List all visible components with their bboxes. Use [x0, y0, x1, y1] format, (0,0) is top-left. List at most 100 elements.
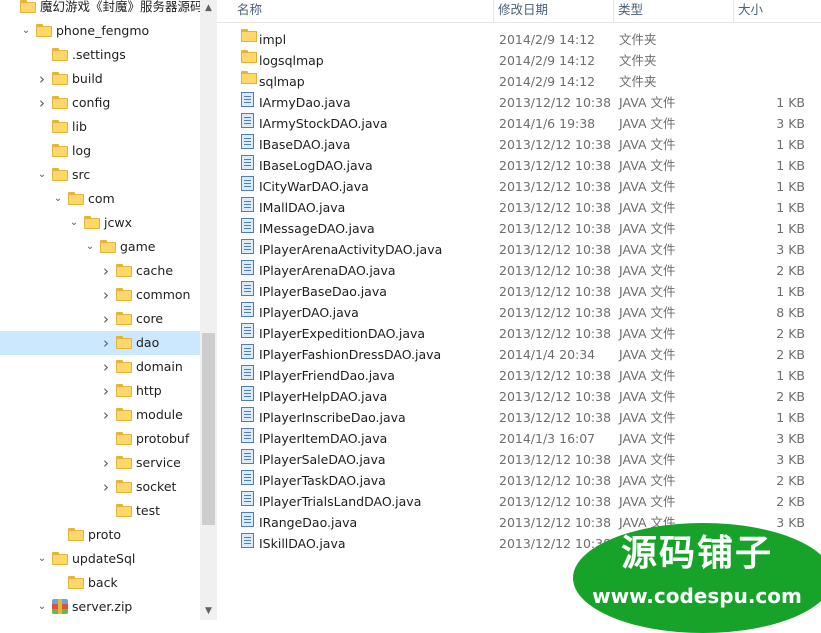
chevron-down-icon[interactable]: ⌄: [36, 595, 48, 619]
file-row[interactable]: IArmyDao.java 2013/12/12 10:38 JAVA 文件 1 KB: [217, 92, 821, 113]
tree-item[interactable]: › build: [0, 67, 200, 91]
tree-item[interactable]: test: [0, 499, 200, 523]
tree-item-label: com: [88, 191, 115, 206]
tree-item[interactable]: › service: [0, 451, 200, 475]
file-name: IPlayerTrialsLandDAO.java: [259, 494, 422, 509]
tree-item[interactable]: protobuf: [0, 427, 200, 451]
tree-item[interactable]: › socket: [0, 475, 200, 499]
tree-item[interactable]: ⌄ server.zip: [0, 595, 200, 619]
folder-icon: [84, 216, 100, 229]
chevron-right-icon[interactable]: ›: [100, 259, 112, 283]
column-header-type[interactable]: 类型: [613, 0, 643, 22]
chevron-right-icon[interactable]: ›: [100, 451, 112, 475]
tree-item[interactable]: › module: [0, 403, 200, 427]
chevron-right-icon[interactable]: ›: [100, 355, 112, 379]
chevron-right-icon[interactable]: ›: [100, 283, 112, 307]
file-row[interactable]: IPlayerInscribeDao.java 2013/12/12 10:38 J…: [217, 407, 821, 428]
file-row[interactable]: IPlayerExpeditionDAO.java 2013/12/12 10:3…: [217, 323, 821, 344]
file-row[interactable]: IPlayerArenaActivityDAO.java 2013/12/12 1…: [217, 239, 821, 260]
column-header-name[interactable]: 名称: [233, 0, 262, 22]
folder-icon: [116, 312, 132, 325]
tree-item[interactable]: log: [0, 139, 200, 163]
watermark-url: www.codespu.com: [592, 584, 802, 608]
file-row[interactable]: IPlayerBaseDao.java 2013/12/12 10:38 JAVA …: [217, 281, 821, 302]
file-row[interactable]: IBaseDAO.java 2013/12/12 10:38 JAVA 文件 1 KB: [217, 134, 821, 155]
tree-item[interactable]: ⌄ src: [0, 163, 200, 187]
file-row[interactable]: IPlayerDAO.java 2013/12/12 10:38 JAVA 文件 8 …: [217, 302, 821, 323]
tree-item[interactable]: lib: [0, 115, 200, 139]
chevron-right-icon[interactable]: ›: [100, 475, 112, 499]
file-row[interactable]: IPlayerSaleDAO.java 2013/12/12 10:38 JAVA …: [217, 449, 821, 470]
file-name: IPlayerFriendDao.java: [259, 368, 395, 383]
column-header-date[interactable]: 修改日期: [493, 0, 548, 22]
tree-item[interactable]: › dao: [0, 331, 200, 355]
tree-item[interactable]: › core: [0, 307, 200, 331]
file-row[interactable]: IPlayerTaskDAO.java 2013/12/12 10:38 JAVA …: [217, 470, 821, 491]
folder-icon: [20, 0, 36, 13]
file-row[interactable]: IPlayerFriendDao.java 2013/12/12 10:38 JAV…: [217, 365, 821, 386]
chevron-down-icon[interactable]: ⌄: [52, 187, 64, 211]
tree-item[interactable]: ⌄ jcwx: [0, 211, 200, 235]
tree-item[interactable]: › domain: [0, 355, 200, 379]
file-row[interactable]: logsqlmap 2014/2/9 14:12 文件夹: [217, 50, 821, 71]
file-row[interactable]: IPlayerItemDAO.java 2014/1/3 16:07 JAVA 文件…: [217, 428, 821, 449]
tree-item[interactable]: ⌄ game: [0, 235, 200, 259]
file-date: 2013/12/12 10:38: [499, 179, 612, 194]
file-name: ICityWarDAO.java: [259, 179, 369, 194]
chevron-down-icon[interactable]: ⌄: [36, 547, 48, 571]
scroll-down-icon[interactable]: ▼: [200, 603, 217, 620]
chevron-right-icon[interactable]: ›: [100, 307, 112, 331]
tree-item-label: updateSql: [72, 551, 136, 566]
chevron-right-icon[interactable]: ›: [100, 403, 112, 427]
chevron-right-icon[interactable]: ›: [36, 91, 48, 115]
folder-icon: [52, 96, 68, 109]
java-file-icon: [241, 491, 254, 506]
tree-item[interactable]: proto: [0, 523, 200, 547]
file-row[interactable]: ICityWarDAO.java 2013/12/12 10:38 JAVA 文件 1…: [217, 176, 821, 197]
chevron-right-icon[interactable]: ›: [36, 67, 48, 91]
tree-item[interactable]: › common: [0, 283, 200, 307]
file-name: IMallDAO.java: [259, 200, 346, 215]
file-row[interactable]: IBaseLogDAO.java 2013/12/12 10:38 JAVA 文件 1…: [217, 155, 821, 176]
file-name: IArmyStockDAO.java: [259, 116, 388, 131]
tree-item[interactable]: 魔幻游戏《封魔》服务器源码: [0, 0, 200, 19]
chevron-down-icon[interactable]: ⌄: [68, 211, 80, 235]
tree-item[interactable]: back: [0, 571, 200, 595]
file-type: JAVA 文件: [619, 473, 676, 488]
chevron-right-icon[interactable]: ›: [100, 331, 112, 355]
navigation-scrollbar[interactable]: ▲ ▼: [200, 0, 217, 620]
java-file-icon: [241, 344, 254, 359]
tree-item[interactable]: ⌄ updateSql: [0, 547, 200, 571]
chevron-down-icon[interactable]: ⌄: [20, 19, 32, 43]
file-row[interactable]: sqlmap 2014/2/9 14:12 文件夹: [217, 71, 821, 92]
tree-item[interactable]: ⌄ com: [0, 187, 200, 211]
file-row[interactable]: impl 2014/2/9 14:12 文件夹: [217, 29, 821, 50]
column-header-size[interactable]: 大小: [733, 0, 763, 22]
scroll-up-icon[interactable]: ▲: [200, 0, 217, 17]
tree-item[interactable]: .settings: [0, 43, 200, 67]
chevron-right-icon[interactable]: ›: [100, 379, 112, 403]
file-size: 2 KB: [776, 347, 805, 362]
tree-item-label: http: [136, 383, 162, 398]
java-file-icon: [241, 155, 254, 170]
file-date: 2014/1/6 19:38: [499, 116, 596, 131]
file-name: IPlayerInscribeDao.java: [259, 410, 406, 425]
scrollbar-thumb[interactable]: [202, 333, 215, 525]
file-date: 2013/12/12 10:38: [499, 410, 612, 425]
file-row[interactable]: IPlayerTrialsLandDAO.java 2013/12/12 10:3…: [217, 491, 821, 512]
file-row[interactable]: IPlayerHelpDAO.java 2013/12/12 10:38 JAVA …: [217, 386, 821, 407]
tree-item[interactable]: ⌄ phone_fengmo: [0, 19, 200, 43]
file-row[interactable]: IPlayerArenaDAO.java 2013/12/12 10:38 JAVA…: [217, 260, 821, 281]
file-row[interactable]: IArmyStockDAO.java 2014/1/6 19:38 JAVA 文件 3…: [217, 113, 821, 134]
file-size: 2 KB: [776, 389, 805, 404]
chevron-down-icon[interactable]: ⌄: [84, 235, 96, 259]
file-row[interactable]: IPlayerFashionDressDAO.java 2014/1/4 20:3…: [217, 344, 821, 365]
tree-item[interactable]: › http: [0, 379, 200, 403]
file-date: 2014/2/9 14:12: [499, 74, 596, 89]
chevron-down-icon[interactable]: ⌄: [36, 163, 48, 187]
tree-item[interactable]: › config: [0, 91, 200, 115]
file-row[interactable]: IMallDAO.java 2013/12/12 10:38 JAVA 文件 1 KB: [217, 197, 821, 218]
file-row[interactable]: IMessageDAO.java 2013/12/12 10:38 JAVA 文件 1…: [217, 218, 821, 239]
tree-item[interactable]: › cache: [0, 259, 200, 283]
file-type: JAVA 文件: [619, 116, 676, 131]
